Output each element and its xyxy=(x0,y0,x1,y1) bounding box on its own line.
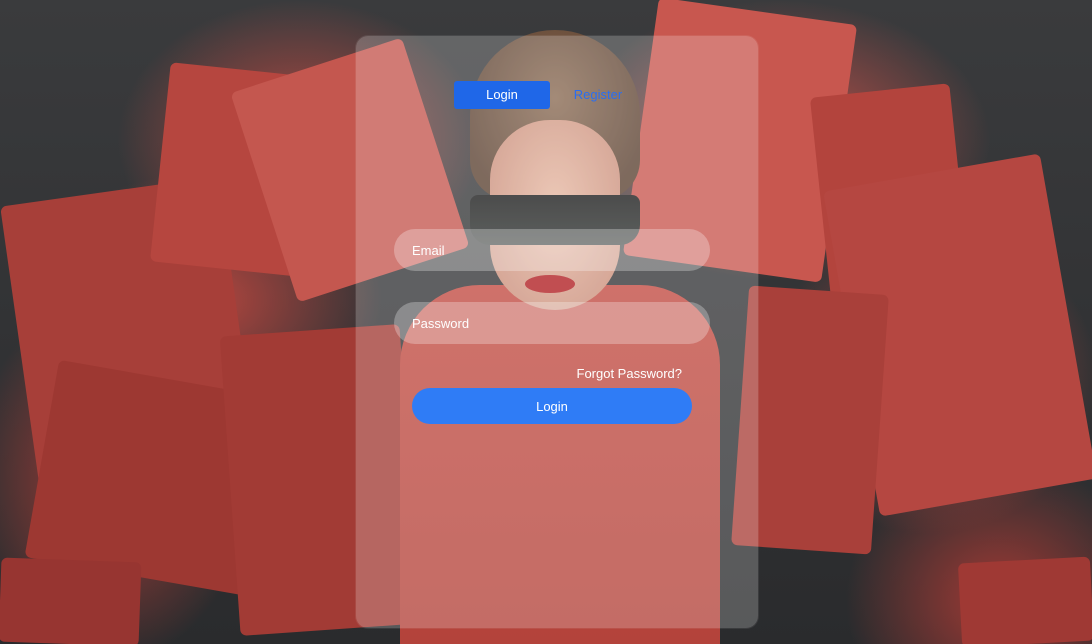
forgot-password-link[interactable]: Forgot Password? xyxy=(577,366,683,381)
login-card: Login Register Forgot Password? Login xyxy=(356,36,758,628)
shopping-bag-image xyxy=(0,557,142,644)
password-field[interactable] xyxy=(394,302,710,344)
shopping-bag-image xyxy=(957,556,1092,644)
auth-tabs: Login Register xyxy=(454,81,646,109)
login-button[interactable]: Login xyxy=(412,388,692,424)
email-field[interactable] xyxy=(394,229,710,271)
tab-register[interactable]: Register xyxy=(550,81,646,109)
tab-login[interactable]: Login xyxy=(454,81,550,109)
